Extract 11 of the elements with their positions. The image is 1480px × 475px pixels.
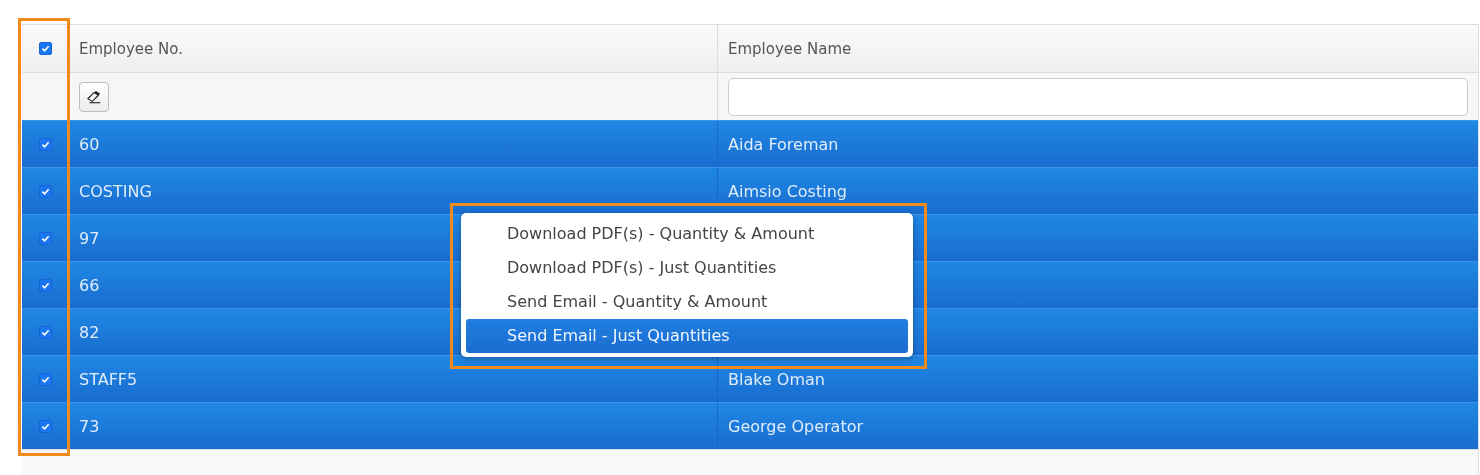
table-cell: Aida Foreman	[728, 134, 839, 154]
table-cell: STAFF5	[79, 369, 138, 389]
table-cell: Blake Oman	[728, 369, 825, 389]
table-cell: 73	[79, 416, 100, 436]
table-cell: George Operator	[728, 416, 864, 436]
table-cell: 97	[79, 228, 100, 248]
table-cell: Aimsio Costing	[728, 181, 847, 201]
table-cell: 82	[79, 322, 100, 342]
table-cell: 60	[79, 134, 100, 154]
table-cell: 66	[79, 275, 100, 295]
table-cell: COSTING	[79, 181, 152, 201]
